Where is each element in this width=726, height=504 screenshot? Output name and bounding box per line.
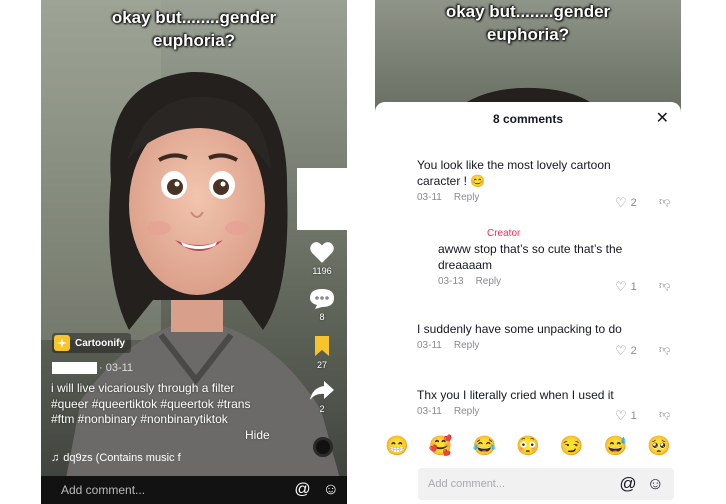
- creator-tag: Creator: [487, 228, 521, 239]
- comment-item: I suddenly have some unpacking to do 03-…: [417, 321, 647, 351]
- comment-date: 03-11: [417, 192, 442, 203]
- at-sign-icon[interactable]: @: [619, 474, 636, 494]
- heart-outline-icon: ♡: [615, 408, 627, 423]
- like-button[interactable]: 1196: [302, 240, 342, 276]
- comment-like-count: 1: [630, 410, 637, 422]
- share-arrow-icon: [310, 381, 334, 400]
- post-caption-line1: i will live vicariously through a filter: [51, 381, 235, 395]
- add-comment-placeholder[interactable]: Add comment...: [61, 483, 282, 497]
- comment-like-button[interactable]: ♡ 1: [615, 279, 637, 295]
- close-icon[interactable]: ✕: [656, 108, 669, 128]
- dislike-icon[interactable]: 👎︎: [659, 408, 670, 421]
- dislike-icon[interactable]: 👎︎: [659, 195, 670, 208]
- at-sign-icon[interactable]: @: [294, 481, 310, 499]
- heart-outline-icon: ♡: [615, 279, 627, 294]
- reply-button[interactable]: Reply: [454, 340, 480, 351]
- share-button[interactable]: 2: [302, 380, 342, 414]
- effect-badge[interactable]: Cartoonify: [52, 333, 131, 353]
- screenshot-root: okay but........gender euphoria? 1196 8 …: [0, 0, 726, 504]
- save-button[interactable]: 27: [302, 335, 342, 370]
- share-count: 2: [319, 404, 325, 414]
- heart-outline-icon: ♡: [615, 343, 627, 358]
- post-caption-line2[interactable]: #queer #queertiktok #queertok #trans: [51, 397, 287, 413]
- heart-icon: [310, 242, 334, 263]
- comment-text-line1: You look like the most lovely cartoon: [417, 158, 611, 172]
- post-date: · 03-11: [99, 362, 134, 374]
- comment-like-button[interactable]: ♡ 1: [615, 408, 637, 424]
- bookmark-icon: [315, 336, 329, 356]
- emoji-pleading[interactable]: 🥺: [647, 434, 671, 458]
- emoji-flushed[interactable]: 😳: [516, 434, 540, 458]
- emoji-quick-bar: 😁 🥰 😂 😳 😏 😅 🥺: [383, 434, 673, 458]
- comment-like-count: 1: [630, 281, 637, 293]
- comments-count-title: 8 comments: [492, 112, 564, 126]
- comment-item: You look like the most lovely cartoon ca…: [417, 157, 647, 203]
- reply-button[interactable]: Reply: [454, 406, 480, 417]
- comment-date: 03-11: [417, 406, 442, 417]
- like-count: 1196: [312, 266, 332, 276]
- add-comment-input[interactable]: [428, 478, 610, 490]
- comment-like-count: 2: [630, 197, 637, 209]
- music-note-icon: ♫: [51, 452, 60, 464]
- comment-meta: 03-11 Reply: [417, 340, 647, 351]
- overlay-caption-line2: euphoria?: [486, 25, 570, 44]
- comment-like-count: 2: [630, 345, 637, 357]
- author-row[interactable]: · 03-11: [52, 362, 133, 374]
- overlay-caption-right: okay but........gender euphoria?: [375, 0, 681, 46]
- comment-bubble-icon: [310, 289, 334, 309]
- music-row[interactable]: ♫ dq9zs (Contains music f: [51, 452, 181, 464]
- overlay-caption-line1: okay but........gender: [445, 2, 611, 21]
- overlay-caption-line2: euphoria?: [152, 31, 236, 50]
- emoji-sweat-smile[interactable]: 😅: [604, 434, 628, 458]
- emoji-hearts[interactable]: 🥰: [429, 434, 453, 458]
- comment-date: 03-11: [417, 340, 442, 351]
- comment-text-line2: caracter ! 😊: [417, 174, 486, 188]
- add-comment-field[interactable]: @ ☺: [418, 468, 674, 500]
- post-caption: i will live vicariously through a filter…: [51, 381, 287, 428]
- dislike-icon[interactable]: 👎︎: [659, 343, 670, 356]
- heart-outline-icon: ♡: [615, 195, 627, 210]
- comment-meta: 03-11 Reply: [417, 406, 647, 417]
- comment-date: 03-13: [438, 276, 464, 287]
- author-name-redacted[interactable]: [52, 362, 97, 374]
- save-count: 27: [316, 360, 327, 370]
- emoji-smirk[interactable]: 😏: [560, 434, 584, 458]
- smiley-icon[interactable]: ☺: [323, 481, 339, 499]
- smiley-icon[interactable]: ☺: [647, 474, 664, 494]
- comment-bar[interactable]: Add comment... @ ☺: [41, 476, 347, 504]
- overlay-caption: okay but........gender euphoria?: [41, 6, 347, 52]
- comment-text-line2: dreaaaam: [438, 258, 493, 272]
- comment-like-button[interactable]: ♡ 2: [615, 343, 637, 359]
- comment-like-button[interactable]: ♡ 2: [615, 195, 637, 211]
- comment-text-line1: Thx you I literally cried when I used it: [417, 388, 614, 402]
- comment-button[interactable]: 8: [302, 288, 342, 322]
- reply-button[interactable]: Reply: [454, 192, 480, 203]
- music-title: dq9zs (Contains music f: [63, 452, 181, 464]
- comment-text-line1: I suddenly have some unpacking to do: [417, 322, 622, 336]
- comment-count: 8: [319, 312, 325, 322]
- sparkle-icon: [54, 335, 70, 351]
- reply-button[interactable]: Reply: [476, 276, 502, 287]
- comment-meta: 03-11 Reply: [417, 192, 647, 203]
- comment-item: Thx you I literally cried when I used it…: [417, 387, 647, 417]
- comment-text-line1: awww stop that’s so cute that’s the: [438, 242, 623, 256]
- profile-avatar-redacted[interactable]: [297, 168, 347, 230]
- post-caption-line3[interactable]: #ftm #nonbinary #nonbinarytiktok: [51, 412, 287, 428]
- music-disc-icon[interactable]: [313, 437, 333, 457]
- hide-caption-link[interactable]: Hide: [245, 428, 270, 442]
- emoji-joy[interactable]: 😂: [472, 434, 496, 458]
- video-player-right: okay but........gender euphoria? 8 comme…: [375, 0, 681, 504]
- overlay-caption-line1: okay but........gender: [111, 8, 277, 27]
- emoji-grin[interactable]: 😁: [385, 434, 409, 458]
- dislike-icon[interactable]: 👎︎: [659, 279, 670, 292]
- video-player-left[interactable]: okay but........gender euphoria? 1196 8 …: [41, 0, 347, 504]
- effect-label: Cartoonify: [75, 337, 125, 349]
